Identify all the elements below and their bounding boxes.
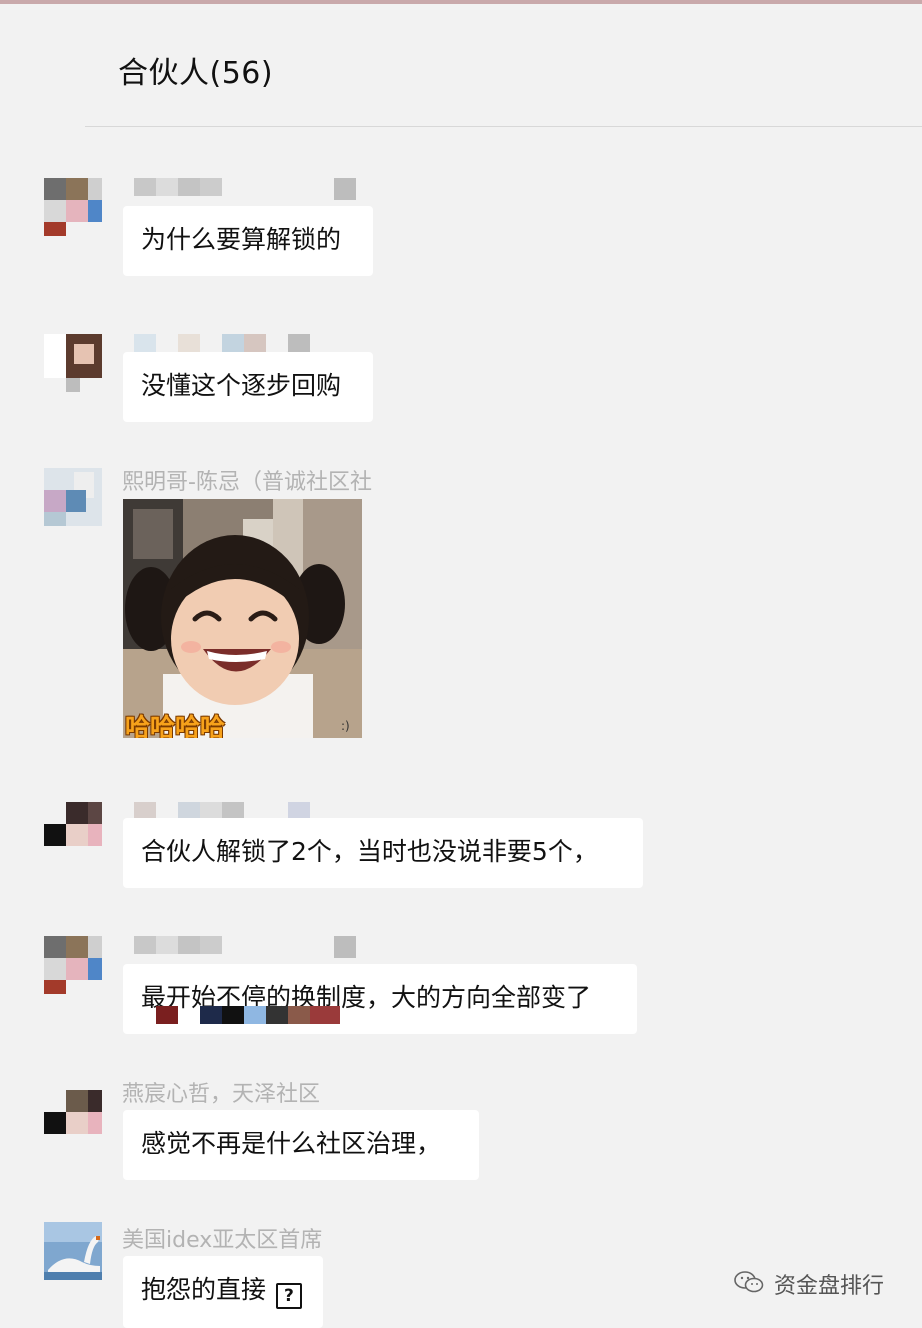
sender-name: 燕宸心哲，天泽社区 — [122, 1082, 321, 1107]
avatar[interactable] — [44, 802, 102, 860]
watermark-text: 资金盘排行 — [774, 1274, 885, 1299]
message-text: 抱怨的直接 — [141, 1275, 267, 1304]
chat-title: 合伙人(56) — [118, 56, 274, 91]
avatar[interactable] — [44, 1222, 102, 1280]
avatar[interactable] — [44, 334, 102, 392]
sender-name: 美国idex亚太区首席 — [122, 1228, 323, 1253]
sticker-caption: 哈哈哈哈 — [125, 713, 226, 738]
avatar[interactable] — [44, 468, 102, 526]
svg-text::): :) — [341, 719, 350, 733]
sticker-image[interactable]: :) 哈哈哈哈 — [123, 499, 362, 738]
header-divider — [85, 126, 922, 127]
message-bubble[interactable]: 为什么要算解锁的 — [123, 206, 373, 276]
wechat-icon — [734, 1271, 764, 1293]
avatar[interactable] — [44, 936, 102, 994]
avatar[interactable] — [44, 1090, 102, 1148]
message-bubble[interactable]: 没懂这个逐步回购 — [123, 352, 373, 422]
unknown-emoji-icon: ? — [275, 1283, 302, 1309]
message-bubble[interactable]: 合伙人解锁了2个，当时也没说非要5个， — [123, 818, 643, 888]
laughing-girl-illustration: :) — [123, 499, 362, 738]
swan-avatar-image — [44, 1222, 102, 1280]
avatar[interactable] — [44, 178, 102, 236]
sender-name: 熙明哥-陈忌（普诚社区社 — [122, 470, 372, 495]
message-bubble[interactable]: 抱怨的直接 ? — [123, 1256, 323, 1328]
message-bubble[interactable]: 感觉不再是什么社区治理， — [123, 1110, 479, 1180]
chat-header: 合伙人(56) — [0, 4, 922, 128]
